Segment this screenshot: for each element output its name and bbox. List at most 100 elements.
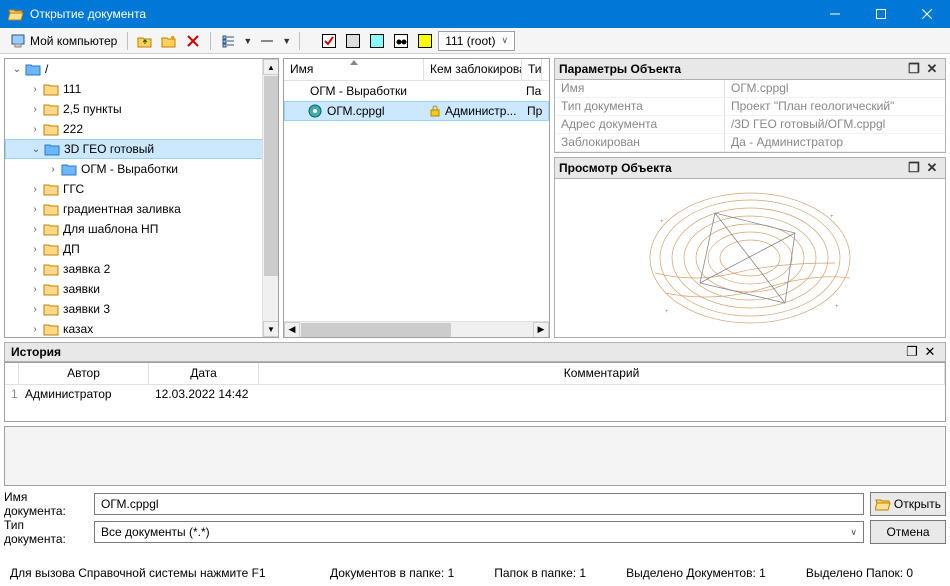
expand-icon[interactable]: › [29,124,41,135]
type-label: Тип документа: [4,518,88,546]
root-combo[interactable]: 111 (root)∨ [438,31,515,51]
tree-item[interactable]: ›2,5 пункты [5,99,278,119]
expand-icon[interactable]: › [29,204,41,215]
new-folder-button[interactable] [158,31,180,51]
folder-icon [43,182,59,196]
tree-item[interactable]: ›111 [5,79,278,99]
view-mode-button[interactable] [217,31,239,51]
document-icon [307,104,323,118]
folder-icon [43,122,59,136]
folder-icon [43,302,59,316]
computer-icon [10,34,26,48]
extra-tool-1[interactable] [256,31,278,51]
file-list[interactable]: Имя Кем заблокирова Ти ОГМ - ВыработкиПа… [283,58,550,338]
col-type[interactable]: Ти [522,59,542,80]
history-undock-button[interactable]: ❐ [903,344,921,360]
folder-icon [43,282,59,296]
preview-close-button[interactable]: ✕ [923,160,941,176]
expand-icon[interactable]: › [29,104,41,115]
svg-text:+: + [835,304,839,310]
binoculars-tool[interactable] [390,31,412,51]
hist-col-author[interactable]: Автор [19,363,149,384]
history-grid[interactable]: Автор Дата Комментарий 1 Администратор 1… [4,362,946,422]
status-sel-docs: Выделено Документов: 1 [626,566,766,582]
cyan-box-tool[interactable] [366,31,388,51]
main-toolbar: Мой компьютер ▼ ▼ 111 (root)∨ [0,28,950,54]
status-folders: Папок в папке: 1 [494,566,586,582]
expand-icon[interactable]: › [29,244,41,255]
tree-item[interactable]: ›заявки 3 [5,299,278,319]
list-item[interactable]: ОГМ.cppglАдминистр...Пр [284,101,549,121]
list-header: Имя Кем заблокирова Ти [284,59,549,81]
my-computer-button[interactable]: Мой компьютер [6,34,121,48]
view-dropdown[interactable]: ▼ [241,36,254,46]
property-row: ЗаблокированДа - Администратор [555,134,945,152]
expand-icon[interactable]: › [29,304,41,315]
tree-item[interactable]: ›Для шаблона НП [5,219,278,239]
close-button[interactable] [904,0,950,28]
open-button[interactable]: Открыть [870,492,946,516]
tree-item[interactable]: ›заявки [5,279,278,299]
col-locked[interactable]: Кем заблокирова [424,59,522,80]
tree-item[interactable]: ›ДП [5,239,278,259]
expand-icon[interactable]: › [29,184,41,195]
minimize-button[interactable] [812,0,858,28]
delete-button[interactable] [182,31,204,51]
folder-up-button[interactable] [134,31,156,51]
hist-col-num[interactable] [5,363,19,384]
tree-item[interactable]: ⌄3D ГЕО готовый [5,139,278,159]
extra-dropdown[interactable]: ▼ [280,36,293,46]
expand-icon[interactable]: › [47,164,59,175]
property-row: Адрес документа/3D ГЕО готовый/ОГМ.cppgl [555,116,945,134]
list-item[interactable]: ОГМ - ВыработкиПа [284,81,549,101]
params-undock-button[interactable]: ❐ [905,61,923,77]
main-area: ⌄ / ›111›2,5 пункты›222⌄3D ГЕО готовый›О… [0,54,950,338]
expand-icon[interactable]: › [29,264,41,275]
tree-item[interactable]: ›градиентная заливка [5,199,278,219]
folder-tree[interactable]: ⌄ / ›111›2,5 пункты›222⌄3D ГЕО готовый›О… [4,58,279,338]
expand-icon[interactable]: › [29,324,41,335]
folder-icon [43,102,59,116]
open-folder-icon [8,7,24,21]
spare-panel [4,426,946,486]
history-close-button[interactable]: ✕ [921,344,939,360]
expand-icon[interactable]: ⌄ [30,144,42,155]
expand-icon[interactable]: › [29,224,41,235]
collapse-icon[interactable]: ⌄ [11,64,23,75]
tree-item[interactable]: ›222 [5,119,278,139]
preview-title: Просмотр Объекта [559,161,905,175]
svg-text:+: + [660,219,664,225]
tree-item[interactable]: ›ОГМ - Выработки [5,159,278,179]
tree-scrollbar[interactable]: ▲ ▼ [262,59,278,337]
params-close-button[interactable]: ✕ [923,61,941,77]
folder-icon [44,142,60,156]
tree-item[interactable]: ›заявка 2 [5,259,278,279]
property-row: Тип документаПроект "План геологический" [555,98,945,116]
check-tool[interactable] [318,31,340,51]
preview-undock-button[interactable]: ❐ [905,160,923,176]
folder-icon [43,242,59,256]
tree-root[interactable]: ⌄ / [5,59,278,79]
document-name-input[interactable] [94,493,864,515]
list-hscroll[interactable]: ◀▶ [284,321,549,337]
col-name[interactable]: Имя [284,59,424,80]
hist-col-comment[interactable]: Комментарий [259,363,945,384]
expand-icon[interactable]: › [29,284,41,295]
tree-item[interactable]: ›ГГС [5,179,278,199]
titlebar: Открытие документа [0,0,950,28]
tree-item[interactable]: ›казах [5,319,278,338]
expand-icon[interactable]: › [29,84,41,95]
folder-icon [43,322,59,336]
yellow-box-tool[interactable] [414,31,436,51]
window-title: Открытие документа [30,7,812,21]
open-folder-icon [875,497,891,511]
maximize-button[interactable] [858,0,904,28]
folder-icon [43,82,59,96]
document-type-select[interactable]: Все документы (*.*) ∨ [94,521,864,543]
grey-box-tool[interactable] [342,31,364,51]
preview-panel: Просмотр Объекта ❐ ✕ [554,157,946,338]
params-panel: Параметры Объекта ❐ ✕ ИмяОГМ.cppglТип до… [554,58,946,153]
history-row[interactable]: 1 Администратор 12.03.2022 14:42 [5,385,945,405]
cancel-button[interactable]: Отмена [870,520,946,544]
hist-col-date[interactable]: Дата [149,363,259,384]
